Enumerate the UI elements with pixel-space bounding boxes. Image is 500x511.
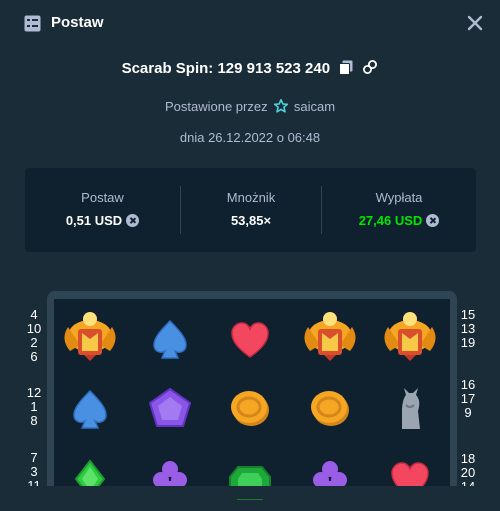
- payline-numbers-left-row1: 4 10 2 6: [24, 308, 44, 364]
- link-icon[interactable]: [362, 59, 378, 75]
- payline-number: 18: [460, 451, 476, 466]
- bottom-edge: [0, 486, 500, 499]
- spade-icon: [73, 389, 107, 429]
- placed-by-line: Postawione przez saicam: [0, 99, 500, 114]
- payline-number: 8: [30, 413, 38, 428]
- heart-icon: [231, 322, 269, 358]
- placed-by-label: Postawione przez: [164, 99, 268, 114]
- multiplier-value: 53,85×: [230, 213, 272, 228]
- slot-cell-emerald: [214, 445, 286, 511]
- stat-value: 27,46 USD: [322, 213, 476, 228]
- game-id-line: Scarab Spin: 129 913 523 240: [0, 59, 500, 77]
- payline-numbers-right-row1: 15 13 19: [458, 308, 478, 350]
- slot-cell-scarab: [294, 305, 366, 371]
- pentagon-icon: [148, 387, 192, 427]
- currency-icon: [426, 214, 440, 227]
- slot-cell-cat-statue: [374, 375, 446, 441]
- payline-number: 6: [30, 349, 38, 364]
- payline-number: 3: [30, 464, 38, 479]
- modal-title: Postaw: [51, 14, 104, 31]
- payline-number: 4: [30, 307, 38, 322]
- stat-bet: Postaw 0,51 USD: [25, 168, 180, 252]
- currency-icon: [126, 214, 140, 227]
- slot-board: [54, 299, 450, 500]
- slot-cell-heart: [214, 305, 286, 371]
- payline-number: 9: [464, 405, 472, 420]
- slot-cell-spade: [54, 375, 126, 441]
- slot-cell-scarab: [374, 305, 446, 371]
- slot-cell-heart: [374, 445, 446, 511]
- scarab-icon: [304, 312, 356, 361]
- payline-number: 16: [460, 377, 476, 392]
- payline-number: 13: [460, 321, 476, 336]
- spade-icon: [153, 319, 187, 359]
- slot-cell-spade: [134, 305, 206, 371]
- stat-payout: Wypłata 27,46 USD: [322, 168, 476, 252]
- payline-number: 10: [26, 321, 42, 336]
- scarab-icon: [384, 312, 436, 361]
- stat-multiplier: Mnożnik 53,85×: [181, 168, 321, 252]
- slot-cell-diamond: [54, 445, 126, 511]
- game-id-text: Scarab Spin: 129 913 523 240: [121, 60, 331, 77]
- payline-numbers-left-row2: 12 1 8: [24, 386, 44, 428]
- close-icon[interactable]: [466, 14, 484, 32]
- bet-amount: 0,51 USD: [65, 213, 123, 228]
- stat-value: 53,85×: [181, 213, 321, 228]
- copy-icon[interactable]: [339, 60, 353, 75]
- club-icon: [153, 461, 187, 497]
- payline-number: 19: [460, 335, 476, 350]
- coin-icon: [231, 391, 269, 426]
- stat-value: 0,51 USD: [25, 213, 180, 228]
- payline-number: 1: [30, 399, 38, 414]
- username-link[interactable]: saicam: [294, 99, 335, 114]
- diamond-icon: [74, 459, 106, 499]
- payline-number: 20: [460, 465, 476, 480]
- slot-cell-pentagon: [134, 375, 206, 441]
- slot-cell-coin: [294, 375, 366, 441]
- slot-cell-club: [134, 445, 206, 511]
- payline-number: 7: [30, 450, 38, 465]
- bet-date: dnia 26.12.2022 o 06:48: [179, 130, 321, 145]
- stat-label: Mnożnik: [226, 190, 276, 205]
- modal-header: Postaw: [0, 0, 500, 48]
- star-badge-icon: [274, 99, 289, 113]
- slot-cell-club: [294, 445, 366, 511]
- stat-label: Wypłata: [375, 190, 423, 205]
- cat-statue-icon: [402, 388, 420, 429]
- payline-numbers-right-row2: 16 17 9: [458, 378, 478, 420]
- stat-label: Postaw: [81, 190, 124, 205]
- payline-number: 15: [460, 307, 476, 322]
- stats-panel: Postaw 0,51 USD Mnożnik 53,85× Wypłata 2…: [25, 168, 476, 252]
- emerald-icon: [229, 466, 271, 500]
- heart-icon: [391, 462, 429, 498]
- slot-cell-scarab: [54, 305, 126, 371]
- payline-number: 2: [30, 335, 38, 350]
- scarab-icon: [64, 312, 116, 361]
- bet-details-modal: Postaw Scarab Spin: 129 913 523 240 Post…: [0, 0, 500, 500]
- club-icon: [313, 461, 347, 497]
- slot-cell-coin: [214, 375, 286, 441]
- payline-number: 17: [460, 391, 476, 406]
- payline-number: 12: [26, 385, 42, 400]
- bet-slip-icon: [24, 15, 41, 32]
- coin-icon: [311, 391, 349, 426]
- payout-amount: 27,46 USD: [358, 213, 423, 228]
